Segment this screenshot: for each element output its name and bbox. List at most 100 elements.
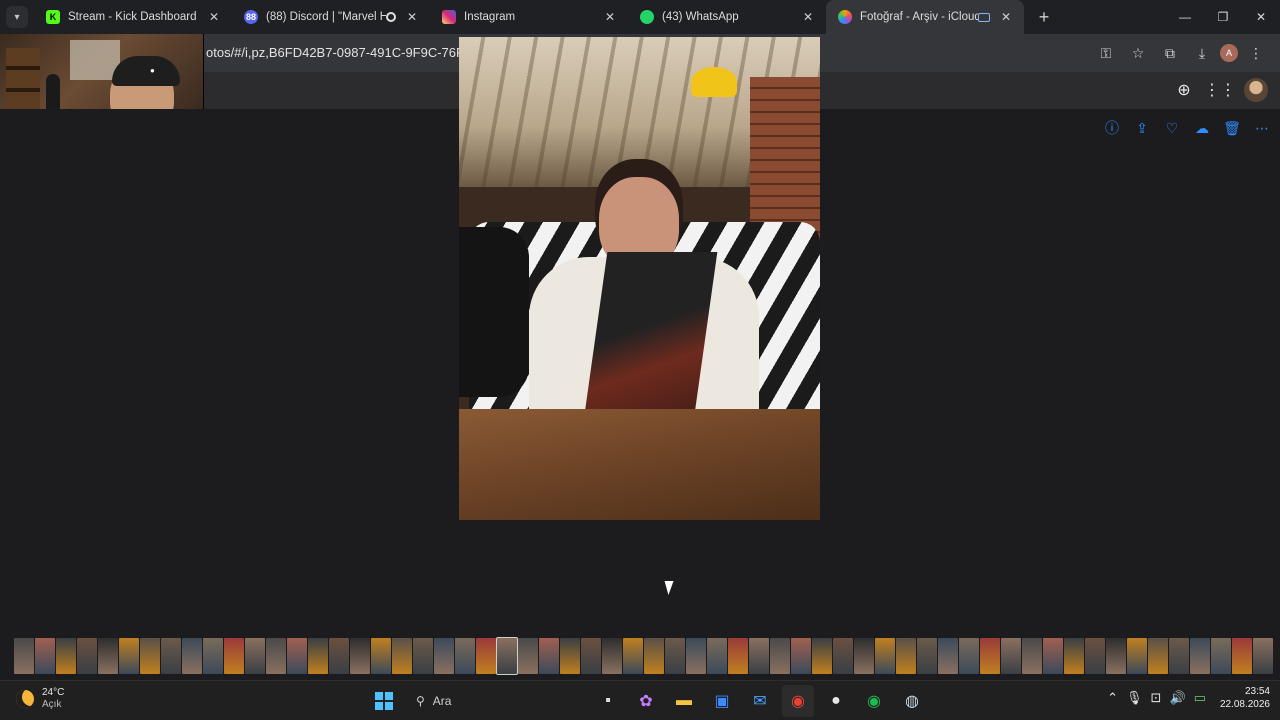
filmstrip-thumbnail[interactable]	[350, 638, 370, 674]
filmstrip-thumbnail[interactable]	[392, 638, 412, 674]
filmstrip-thumbnail[interactable]	[1001, 638, 1021, 674]
filmstrip-thumbnail[interactable]	[1232, 638, 1252, 674]
taskbar-search[interactable]: ⚲ Ara	[406, 685, 586, 717]
filmstrip-thumbnail[interactable]	[1253, 638, 1273, 674]
filmstrip-thumbnail[interactable]	[455, 638, 475, 674]
key-icon[interactable]: ⚿	[1092, 40, 1120, 66]
filmstrip-thumbnail[interactable]	[1190, 638, 1210, 674]
filmstrip-thumbnail[interactable]	[1064, 638, 1084, 674]
tab-kick[interactable]: K Stream - Kick Dashboard ✕	[34, 0, 232, 34]
filmstrip-thumbnail[interactable]	[245, 638, 265, 674]
close-window-button[interactable]: ✕	[1242, 0, 1280, 34]
filmstrip-thumbnail[interactable]	[1148, 638, 1168, 674]
filmstrip-thumbnail[interactable]	[896, 638, 916, 674]
photo-filmstrip[interactable]	[0, 635, 1280, 680]
start-button[interactable]	[368, 685, 400, 717]
filmstrip-thumbnail[interactable]	[770, 638, 790, 674]
filmstrip-thumbnail[interactable]	[140, 638, 160, 674]
copilot-icon[interactable]: ✿	[630, 685, 662, 717]
filmstrip-thumbnail[interactable]	[413, 638, 433, 674]
filmstrip-thumbnail[interactable]	[35, 638, 55, 674]
tab-search-button[interactable]: ▾	[6, 6, 28, 28]
filmstrip-thumbnail[interactable]	[266, 638, 286, 674]
restore-button[interactable]: ❐	[1204, 0, 1242, 34]
app-grid-icon[interactable]: ⋮⋮	[1204, 78, 1236, 102]
star-icon[interactable]: ☆	[1124, 40, 1152, 66]
filmstrip-thumbnail[interactable]	[1106, 638, 1126, 674]
new-tab-button[interactable]: +	[1030, 7, 1058, 28]
store-icon[interactable]: ▣	[706, 685, 738, 717]
filmstrip-thumbnail[interactable]	[602, 638, 622, 674]
filmstrip-thumbnail[interactable]	[812, 638, 832, 674]
more-options-icon[interactable]: ⋯	[1252, 119, 1272, 137]
trash-icon[interactable]: 🗑	[1222, 119, 1242, 137]
filmstrip-thumbnail[interactable]	[875, 638, 895, 674]
chevron-up-icon[interactable]: ⌃	[1107, 690, 1118, 706]
filmstrip-thumbnail[interactable]	[644, 638, 664, 674]
filmstrip-thumbnail[interactable]	[161, 638, 181, 674]
filmstrip-thumbnail[interactable]	[182, 638, 202, 674]
filmstrip-thumbnail[interactable]	[476, 638, 496, 674]
steam-icon[interactable]: ◍	[896, 685, 928, 717]
tab-whatsapp[interactable]: (43) WhatsApp ✕	[628, 0, 826, 34]
spotify-icon[interactable]: ◉	[858, 685, 890, 717]
filmstrip-thumbnail[interactable]	[560, 638, 580, 674]
filmstrip-thumbnail[interactable]	[959, 638, 979, 674]
add-icon[interactable]: ⊕	[1172, 78, 1196, 102]
filmstrip-thumbnail[interactable]	[623, 638, 643, 674]
filmstrip-thumbnail[interactable]	[371, 638, 391, 674]
extensions-icon[interactable]: ⧉	[1156, 40, 1184, 66]
chrome-icon[interactable]: ◉	[782, 685, 814, 717]
filmstrip-thumbnail[interactable]	[686, 638, 706, 674]
close-icon[interactable]: ✕	[602, 10, 618, 24]
microphone-icon[interactable]: 🎙	[1126, 690, 1143, 706]
filmstrip-thumbnail[interactable]	[980, 638, 1000, 674]
filmstrip-thumbnail[interactable]	[434, 638, 454, 674]
info-icon[interactable]: ⓘ	[1102, 119, 1122, 137]
filmstrip-thumbnail[interactable]	[581, 638, 601, 674]
share-icon[interactable]: ⇪	[1132, 119, 1152, 137]
filmstrip-thumbnail[interactable]	[749, 638, 769, 674]
tab-icloud-photos[interactable]: Fotoğraf - Arşiv - iCloud Fo ✕	[826, 0, 1024, 34]
weather-widget[interactable]: 24°C Açık	[16, 687, 64, 711]
filmstrip-thumbnail[interactable]	[518, 638, 538, 674]
task-view-button[interactable]: ▪	[592, 685, 624, 717]
volume-icon[interactable]: 🔊	[1169, 690, 1185, 706]
minimize-button[interactable]: —	[1166, 0, 1204, 34]
filmstrip-thumbnail[interactable]	[938, 638, 958, 674]
filmstrip-thumbnail[interactable]	[56, 638, 76, 674]
battery-icon[interactable]: ▭	[1194, 690, 1206, 706]
filmstrip-thumbnail[interactable]	[1022, 638, 1042, 674]
filmstrip-thumbnail[interactable]	[917, 638, 937, 674]
close-icon[interactable]: ✕	[206, 10, 222, 24]
filmstrip-thumbnail[interactable]	[539, 638, 559, 674]
filmstrip-thumbnail[interactable]	[98, 638, 118, 674]
filmstrip-thumbnail[interactable]	[854, 638, 874, 674]
clock[interactable]: 23:54 22.08.2026	[1220, 685, 1270, 711]
download-icon[interactable]: ⤓	[1188, 40, 1216, 66]
app-icon[interactable]: ●	[820, 685, 852, 717]
filmstrip-thumbnail[interactable]	[77, 638, 97, 674]
filmstrip-thumbnail[interactable]	[496, 637, 518, 675]
user-avatar[interactable]	[1244, 78, 1268, 102]
filmstrip-thumbnail[interactable]	[728, 638, 748, 674]
filmstrip-thumbnail[interactable]	[119, 638, 139, 674]
tab-instagram[interactable]: Instagram ✕	[430, 0, 628, 34]
filmstrip-thumbnail[interactable]	[1085, 638, 1105, 674]
filmstrip-thumbnail[interactable]	[329, 638, 349, 674]
filmstrip-thumbnail[interactable]	[224, 638, 244, 674]
mail-icon[interactable]: ✉	[744, 685, 776, 717]
filmstrip-thumbnail[interactable]	[1127, 638, 1147, 674]
main-photo[interactable]	[459, 37, 820, 520]
filmstrip-thumbnail[interactable]	[203, 638, 223, 674]
close-icon[interactable]: ✕	[998, 10, 1014, 24]
filmstrip-thumbnail[interactable]	[707, 638, 727, 674]
filmstrip-thumbnail[interactable]	[14, 638, 34, 674]
more-menu-icon[interactable]: ⋮	[1242, 40, 1270, 66]
close-icon[interactable]: ✕	[800, 10, 816, 24]
filmstrip-thumbnail[interactable]	[287, 638, 307, 674]
network-icon[interactable]: ⊡	[1151, 690, 1162, 706]
filmstrip-thumbnail[interactable]	[1043, 638, 1063, 674]
heart-icon[interactable]: ♡	[1162, 119, 1182, 137]
filmstrip-thumbnail[interactable]	[308, 638, 328, 674]
